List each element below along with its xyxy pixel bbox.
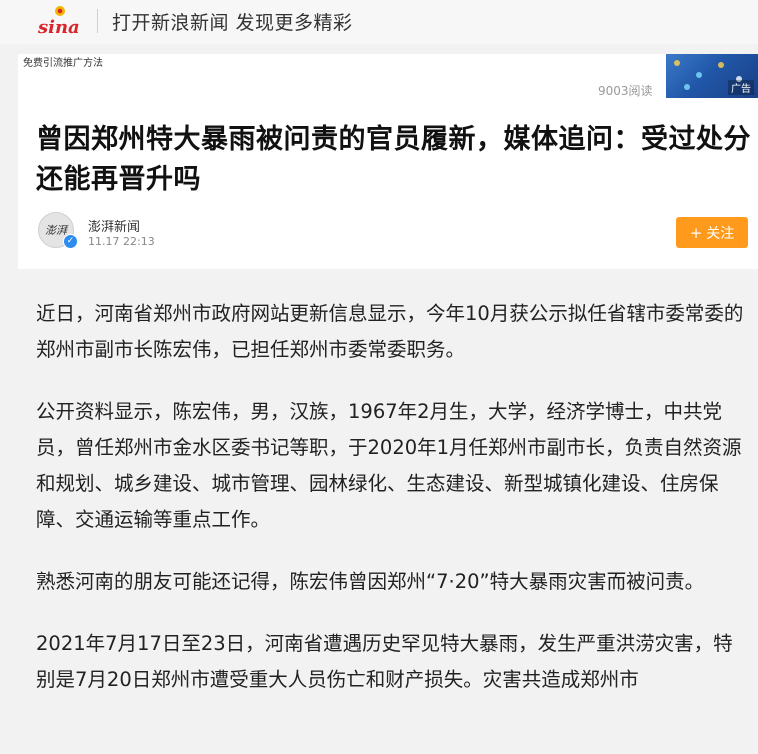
publish-time: 11.17 22:13: [88, 235, 155, 248]
follow-button[interactable]: + 关注: [676, 217, 748, 248]
article-paragraph: 熟悉河南的朋友可能还记得，陈宏伟曾因郑州“7·20”特大暴雨灾害而被问责。: [36, 570, 705, 593]
open-app-promo[interactable]: 打开新浪新闻 发现更多精彩: [112, 8, 353, 35]
article-paragraph: 公开资料显示，陈宏伟，男，汉族，1967年2月生，大学，经济学博士，中共党员，曾…: [36, 400, 742, 531]
sina-logo[interactable]: sina: [36, 2, 88, 40]
article-paragraph: 2021年7月17日至23日，河南省遭遇历史罕见特大暴雨，发生严重洪涝灾害，特别…: [36, 632, 733, 691]
ad-image[interactable]: 广告: [666, 54, 758, 98]
verified-icon: ✓: [63, 234, 78, 249]
plus-icon: +: [689, 223, 703, 242]
article-paragraph: 近日，河南省郑州市政府网站更新信息显示，今年10月获公示拟任省辖市委常委的郑州市…: [36, 302, 744, 361]
svg-text:sina: sina: [37, 17, 80, 38]
source-name[interactable]: 澎湃新闻: [88, 216, 140, 235]
read-count: 9003阅读: [598, 84, 653, 98]
follow-label: 关注: [706, 225, 735, 242]
article-body: 近日，河南省郑州市政府网站更新信息显示，今年10月获公示拟任省辖市委常委的郑州市…: [36, 296, 748, 724]
top-banner[interactable]: sina 打开新浪新闻 发现更多精彩: [0, 0, 758, 44]
topbar-divider: [97, 9, 98, 33]
article-header-card: 免费引流推广方法 广告 9003阅读 曾因郑州特大暴雨被问责的官员履新，媒体追问…: [18, 54, 758, 269]
article-title: 曾因郑州特大暴雨被问责的官员履新，媒体追问：受过处分还能再晋升吗: [36, 124, 751, 195]
ad-text-link[interactable]: 免费引流推广方法: [23, 54, 103, 69]
ad-badge: 广告: [728, 80, 754, 95]
